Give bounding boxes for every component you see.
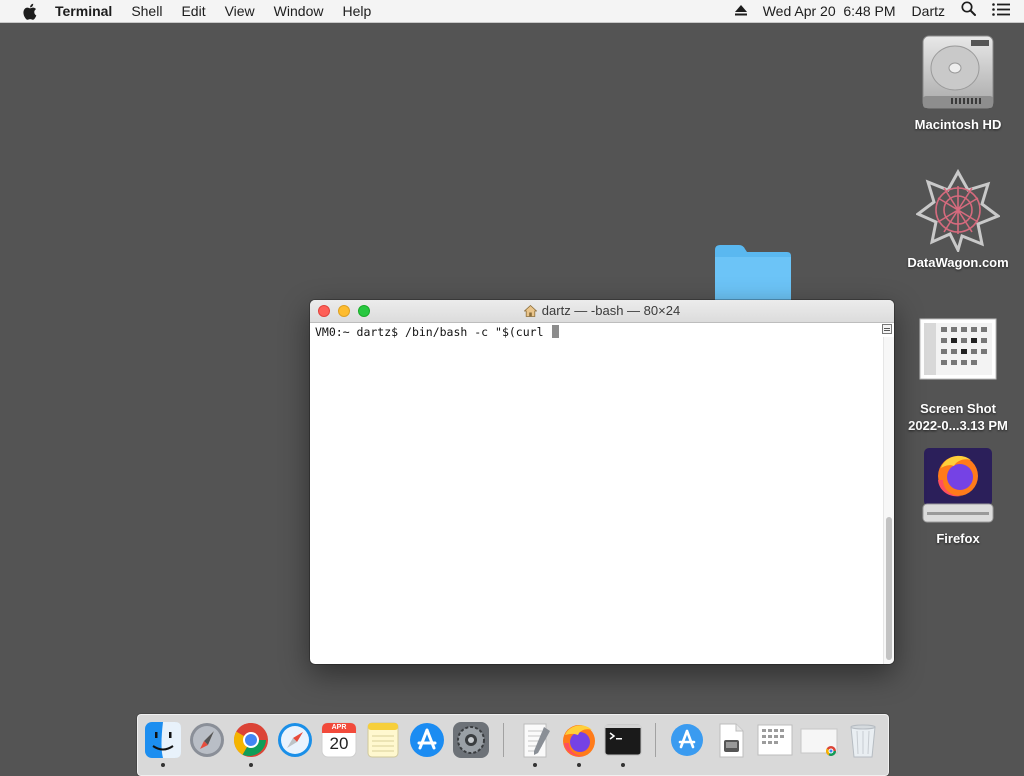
- notification-center-icon[interactable]: [992, 0, 1010, 22]
- dock-separator: [503, 723, 504, 757]
- split-pane-icon[interactable]: [882, 324, 892, 334]
- dock-separator: [655, 723, 656, 757]
- running-indicator: [621, 763, 625, 767]
- minimize-button[interactable]: [338, 305, 350, 317]
- calendar-day: 20: [329, 734, 349, 753]
- desktop-icon-firefox[interactable]: Firefox: [898, 446, 1018, 547]
- terminal-prompt: VM0:~ dartz$: [315, 325, 406, 339]
- eject-icon[interactable]: [734, 0, 747, 22]
- hard-drive-icon: [898, 34, 1018, 116]
- desktop-icon-label: Screen Shot 2022-0...3.13 PM: [908, 401, 1008, 433]
- dock-applications-folder-icon[interactable]: [668, 721, 706, 759]
- dock-trash-icon[interactable]: [844, 721, 882, 759]
- screenshot-thumbnail-icon: [898, 318, 1018, 400]
- dock-document-icon[interactable]: [712, 721, 750, 759]
- dock-terminal-icon[interactable]: [604, 721, 642, 759]
- menu-help[interactable]: Help: [342, 0, 371, 22]
- close-button[interactable]: [318, 305, 330, 317]
- dock-firefox-icon[interactable]: [560, 721, 598, 759]
- scrollbar[interactable]: [883, 337, 894, 664]
- datawagon-logo-icon: [898, 168, 1018, 255]
- desktop-icon-label: Macintosh HD: [914, 117, 1002, 132]
- terminal-line: VM0:~ dartz$ /bin/bash -c "$(curl: [315, 325, 560, 339]
- dock-safari-icon[interactable]: [276, 721, 314, 759]
- dock-finder-icon[interactable]: [144, 721, 182, 759]
- text-cursor: [552, 325, 560, 338]
- dock-textedit-icon[interactable]: [516, 721, 554, 759]
- dock: APR 20: [137, 714, 889, 776]
- apple-menu-icon[interactable]: [19, 3, 39, 20]
- running-indicator: [161, 763, 165, 767]
- spotlight-search-icon[interactable]: [961, 0, 976, 22]
- menubar-user[interactable]: Dartz: [912, 0, 945, 22]
- scrollbar-thumb[interactable]: [886, 517, 892, 660]
- dock-launchpad-icon[interactable]: [188, 721, 226, 759]
- window-title: dartz — -bash — 80×24: [541, 303, 681, 318]
- dock-chrome-window-icon[interactable]: [800, 721, 838, 759]
- zoom-button[interactable]: [358, 305, 370, 317]
- menubar-clock[interactable]: Wed Apr 20 6:48 PM: [763, 0, 896, 22]
- desktop-icon-label: DataWagon.com: [907, 255, 1009, 270]
- menu-edit[interactable]: Edit: [181, 0, 205, 22]
- running-indicator: [577, 763, 581, 767]
- running-indicator: [249, 763, 253, 767]
- menu-bar: Terminal Shell Edit View Window Help Wed…: [0, 0, 1024, 23]
- window-titlebar[interactable]: dartz — -bash — 80×24: [310, 300, 894, 323]
- dock-system-preferences-icon[interactable]: [452, 721, 490, 759]
- dock-notes-icon[interactable]: [364, 721, 402, 759]
- dock-screenshot-icon[interactable]: [756, 721, 794, 759]
- menu-shell[interactable]: Shell: [131, 0, 162, 22]
- desktop-icon-macintosh-hd[interactable]: Macintosh HD: [898, 34, 1018, 133]
- menu-window[interactable]: Window: [274, 0, 324, 22]
- folder-icon[interactable]: [713, 244, 792, 302]
- dock-app-store-icon[interactable]: [408, 721, 446, 759]
- terminal-window[interactable]: dartz — -bash — 80×24 VM0:~ dartz$ /bin/…: [310, 300, 894, 664]
- desktop-icon-datawagon[interactable]: DataWagon.com: [898, 168, 1018, 271]
- desktop-icon-screenshot[interactable]: Screen Shot 2022-0...3.13 PM: [898, 318, 1018, 434]
- terminal-content[interactable]: VM0:~ dartz$ /bin/bash -c "$(curl: [310, 323, 894, 664]
- dock-chrome-icon[interactable]: [232, 721, 270, 759]
- terminal-command: /bin/bash -c "$(curl: [405, 325, 551, 339]
- menu-app-terminal[interactable]: Terminal: [55, 0, 112, 22]
- home-folder-icon: [523, 302, 538, 324]
- desktop-icon-label: Firefox: [936, 531, 980, 546]
- firefox-installer-icon: [898, 446, 1018, 530]
- calendar-month: APR: [331, 724, 347, 731]
- dock-calendar-icon[interactable]: APR 20: [320, 721, 358, 759]
- menu-view[interactable]: View: [225, 0, 255, 22]
- running-indicator: [533, 763, 537, 767]
